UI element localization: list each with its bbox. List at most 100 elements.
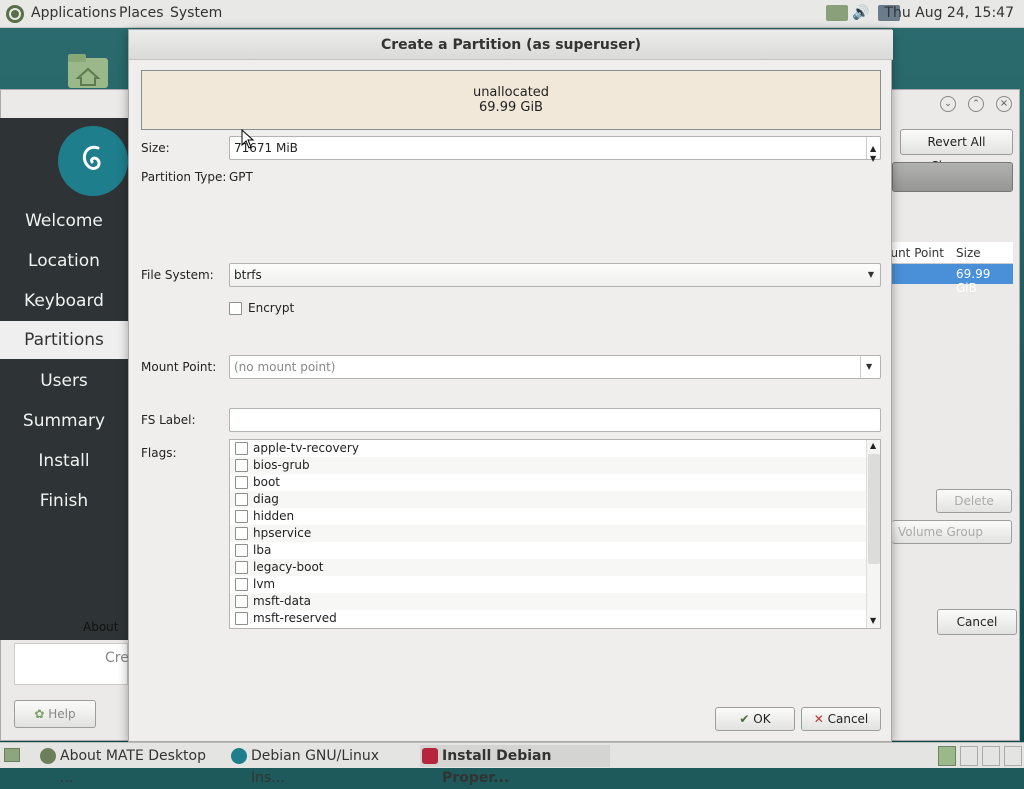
size-label: Size: [141, 141, 170, 155]
flag-label: diag [253, 492, 279, 506]
maximize-icon[interactable]: ⌃ [968, 96, 984, 112]
sidebar-item-summary[interactable]: Summary [0, 411, 128, 431]
delete-button[interactable]: Delete [936, 489, 1012, 513]
column-mount-point[interactable]: Mount Point [890, 246, 944, 260]
flag-row-lba[interactable]: lba [230, 542, 866, 559]
sidebar-item-location[interactable]: Location [0, 251, 128, 271]
partition-type-label: Partition Type: [141, 170, 227, 184]
sidebar-item-welcome[interactable]: Welcome [0, 211, 128, 231]
flag-row-msft-reserved[interactable]: msft-reserved [230, 610, 866, 627]
encrypt-checkbox[interactable] [229, 302, 242, 315]
mate-logo-icon[interactable] [5, 4, 25, 24]
disk-bar[interactable] [892, 162, 1013, 192]
clock[interactable]: Thu Aug 24, 15:47 [884, 5, 1014, 21]
chevron-down-icon: ▼ [866, 362, 873, 371]
flag-row-hidden[interactable]: hidden [230, 508, 866, 525]
flag-checkbox[interactable] [235, 476, 248, 489]
flag-row-apple-tv-recovery[interactable]: apple-tv-recovery [230, 440, 866, 457]
file-system-label: File System: [141, 268, 214, 282]
partition-table-header: Mount Point Size [890, 242, 1013, 264]
flag-checkbox[interactable] [235, 612, 248, 625]
chevron-down-icon: ▼ [867, 270, 874, 279]
sidebar-item-finish[interactable]: Finish [0, 491, 128, 511]
row-size: 69.99 GiB [956, 267, 991, 295]
flag-checkbox[interactable] [235, 578, 248, 591]
flag-checkbox[interactable] [235, 561, 248, 574]
scroll-down-icon[interactable]: ▼ [870, 616, 876, 625]
show-desktop-icon[interactable] [4, 748, 20, 762]
flag-row-bios-grub[interactable]: bios-grub [230, 457, 866, 474]
flag-checkbox[interactable] [235, 510, 248, 523]
spin-buttons[interactable]: ▲ ▼ [866, 137, 880, 163]
mount-point-dropdown[interactable]: ▼ [860, 356, 880, 378]
size-spinbox[interactable]: 71671 MiB ▲ ▼ [229, 136, 881, 163]
scroll-up-icon[interactable]: ▲ [870, 441, 876, 450]
workspace-1[interactable] [938, 746, 956, 766]
flag-label: lvm [253, 577, 276, 591]
ok-button[interactable]: ✔ OK [715, 707, 795, 731]
flag-row-diag[interactable]: diag [230, 491, 866, 508]
fs-label-input[interactable] [229, 408, 881, 432]
flags-scrollbar[interactable]: ▲ ▼ [866, 440, 880, 628]
flag-row-msft-data[interactable]: msft-data [230, 593, 866, 610]
network-icon[interactable] [826, 5, 848, 21]
sidebar-item-partitions[interactable]: Partitions [0, 321, 128, 359]
flag-label: hpservice [253, 526, 312, 540]
encrypt-label[interactable]: Encrypt [248, 301, 294, 315]
flags-list[interactable]: apple-tv-recovery bios-grub boot diag hi… [229, 439, 881, 629]
flag-checkbox[interactable] [235, 442, 248, 455]
scrollbar-thumb[interactable] [868, 454, 880, 564]
column-size[interactable]: Size [956, 246, 981, 260]
menu-system[interactable]: System [170, 5, 222, 21]
sidebar-item-keyboard[interactable]: Keyboard [0, 291, 128, 311]
table-row[interactable]: 69.99 GiB [892, 264, 1013, 295]
dialog-title: Create a Partition (as superuser) [129, 30, 893, 60]
unallocated-region: unallocated 69.99 GiB [141, 70, 881, 130]
region-label: unallocated [472, 85, 550, 100]
flag-row-lvm[interactable]: lvm [230, 576, 866, 593]
mount-point-combo[interactable]: (no mount point) ▼ [229, 355, 881, 379]
installer-cancel-button[interactable]: Cancel [937, 609, 1017, 635]
workspace-2[interactable] [960, 746, 978, 766]
task-install-debian[interactable]: Install Debian Proper... [420, 745, 610, 786]
flag-row-legacy-boot[interactable]: legacy-boot [230, 559, 866, 576]
close-icon[interactable]: × [996, 96, 1012, 112]
volume-group-button[interactable]: Volume Group [892, 520, 1012, 544]
file-system-combo[interactable]: btrfs ▼ [229, 263, 881, 287]
flag-checkbox[interactable] [235, 459, 248, 472]
flag-row-hpservice[interactable]: hpservice [230, 525, 866, 542]
spin-down-icon[interactable]: ▼ [870, 148, 876, 170]
home-folder-icon[interactable] [66, 52, 110, 90]
installer-icon [422, 748, 438, 764]
minimize-icon[interactable]: ⌄ [940, 96, 956, 112]
sidebar-item-users[interactable]: Users [0, 371, 128, 391]
about-link[interactable]: About [83, 620, 118, 634]
task-debian-installer[interactable]: Debian GNU/Linux Ins... [229, 745, 415, 786]
revert-all-changes-button[interactable]: Revert All Changes [900, 129, 1013, 173]
partition-type-value: GPT [229, 170, 253, 184]
flag-checkbox[interactable] [235, 527, 248, 540]
ok-icon: ✔ [739, 712, 750, 726]
menu-applications[interactable]: Applications [31, 5, 117, 21]
mate-icon [40, 748, 56, 764]
flags-label: Flags: [141, 446, 177, 460]
flag-label: apple-tv-recovery [253, 441, 359, 455]
flag-label: hidden [253, 509, 295, 523]
region-size: 69.99 GiB [479, 100, 543, 115]
flag-checkbox[interactable] [235, 595, 248, 608]
volume-icon[interactable]: 🔊 [852, 5, 872, 21]
flag-row-boot[interactable]: boot [230, 474, 866, 491]
workspace-3[interactable] [982, 746, 1000, 766]
flag-label: legacy-boot [253, 560, 324, 574]
mount-point-placeholder: (no mount point) [234, 360, 336, 374]
flag-label: boot [253, 475, 281, 489]
flag-checkbox[interactable] [235, 493, 248, 506]
top-panel: Applications Places System 🔊 Thu Aug 24,… [0, 0, 1024, 28]
flag-checkbox[interactable] [235, 544, 248, 557]
workspace-4[interactable] [1004, 746, 1022, 766]
menu-places[interactable]: Places [119, 5, 164, 21]
sidebar-item-install[interactable]: Install [0, 451, 128, 471]
help-button[interactable]: ✿ Help [14, 700, 96, 728]
task-about-mate[interactable]: About MATE Desktop ... [38, 745, 220, 786]
cancel-button[interactable]: ✕ Cancel [801, 707, 881, 731]
